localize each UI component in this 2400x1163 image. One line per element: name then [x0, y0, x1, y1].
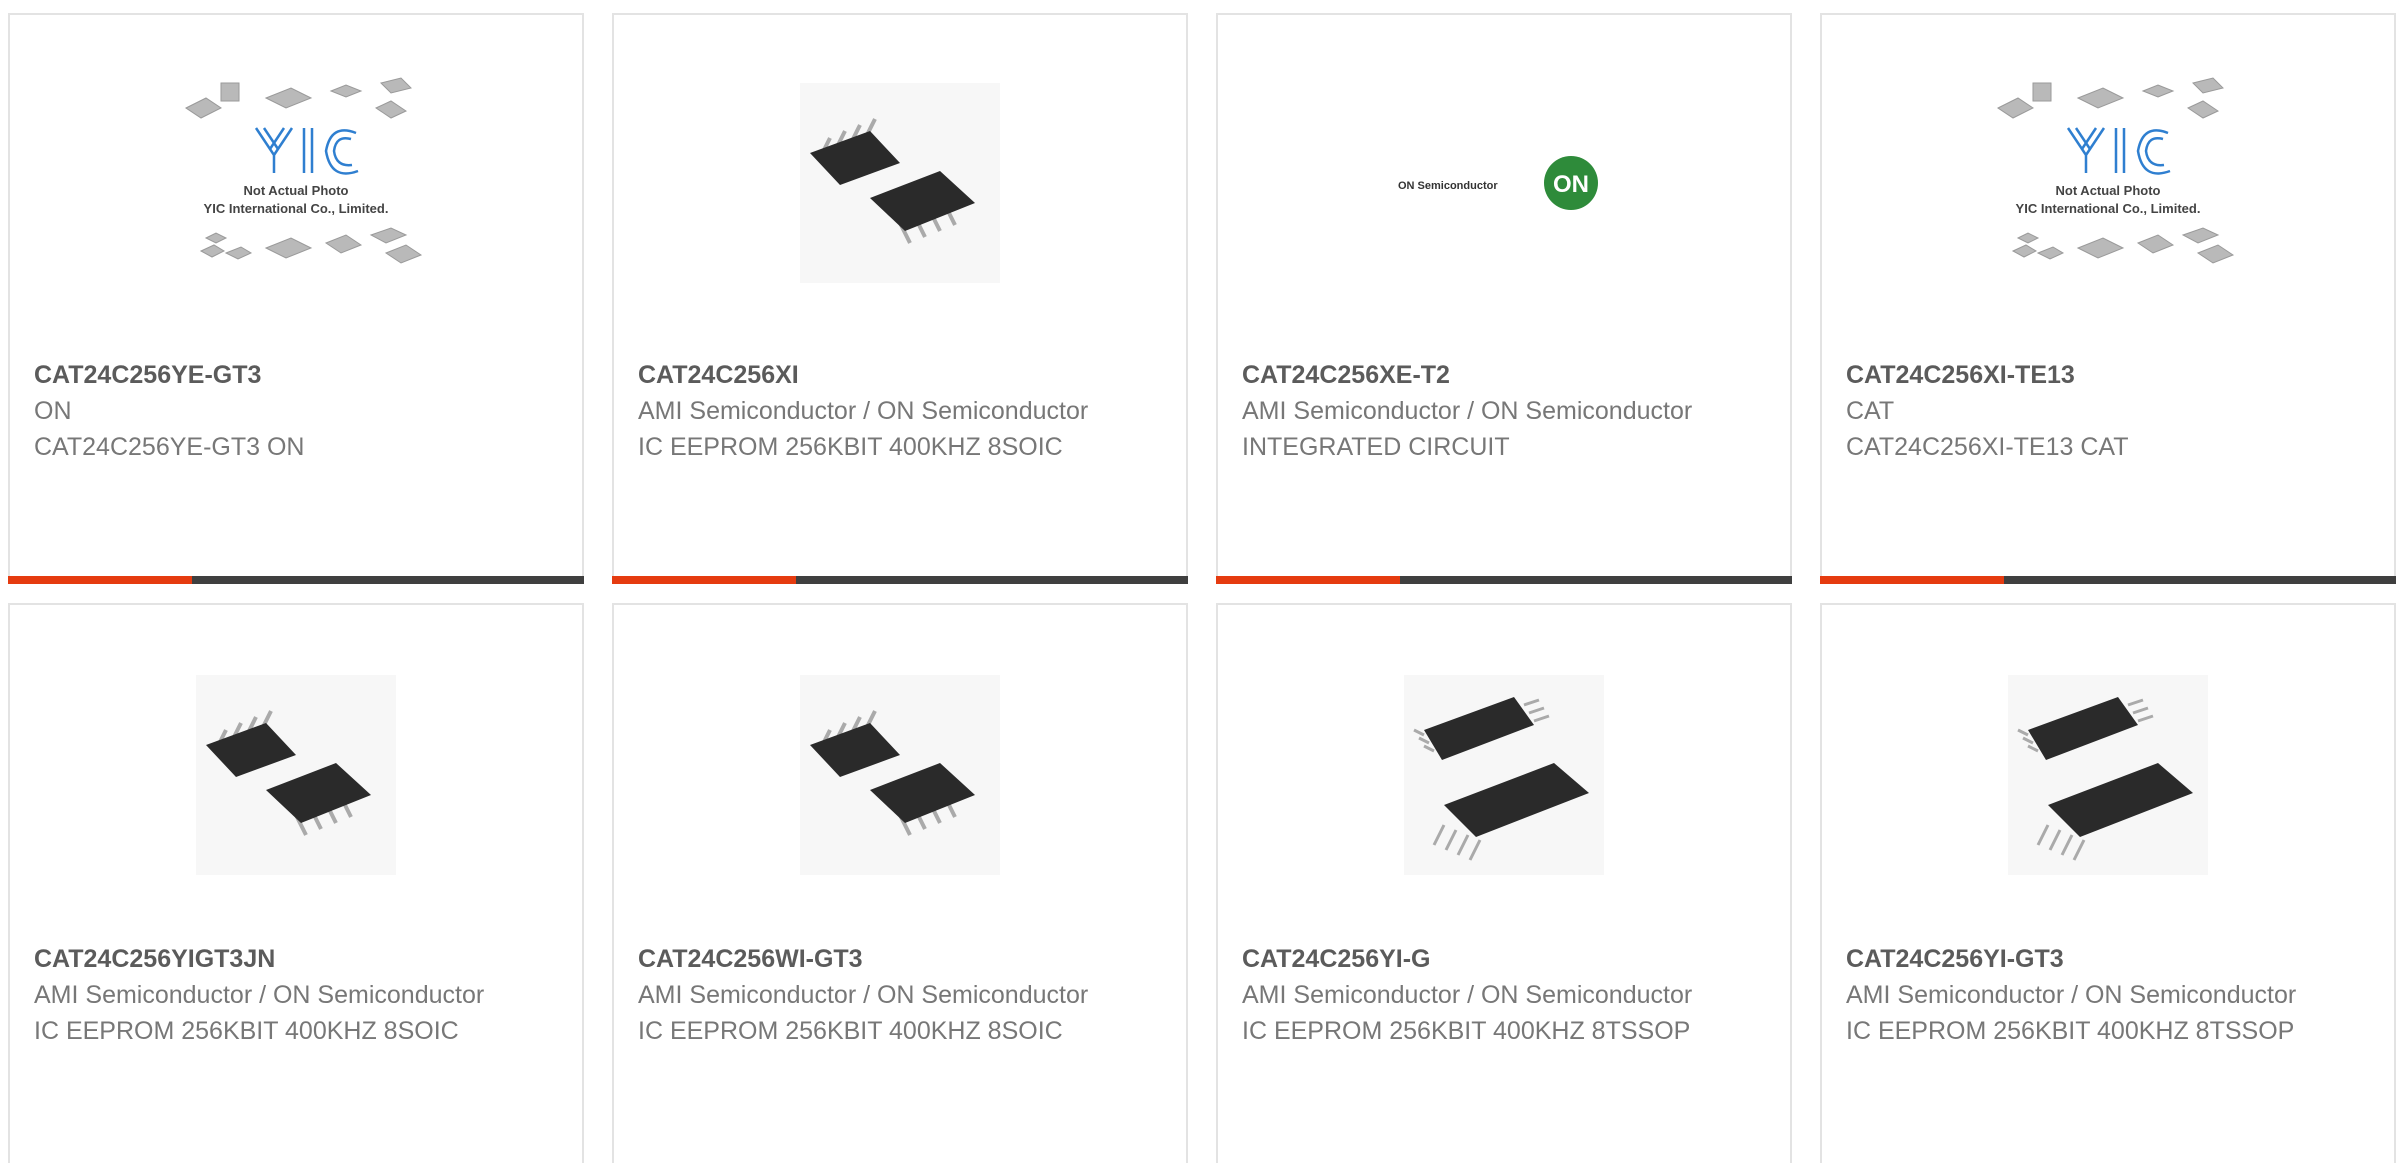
product-card[interactable]: CAT24C256XI AMI Semiconductor / ON Semic…: [612, 13, 1188, 584]
manufacturer: AMI Semiconductor / ON Semiconductor: [34, 981, 485, 1009]
svg-text:Not Actual Photo: Not Actual Photo: [244, 183, 349, 198]
product-card[interactable]: CAT24C256WI-GT3 AMI Semiconductor / ON S…: [612, 603, 1188, 1163]
description: CAT24C256XI-TE13 CAT: [1846, 433, 2129, 461]
product-grid: Not Actual Photo YIC International Co., …: [0, 0, 2400, 1163]
svg-text:YIC International Co., Limited: YIC International Co., Limited.: [204, 201, 389, 216]
tssop-chip-image: [2008, 675, 2208, 875]
card-footer-accent: [612, 576, 796, 584]
soic-chip-image: [800, 83, 1000, 283]
tssop-chip-image: [1404, 675, 1604, 875]
soic-chip-image: [800, 675, 1000, 875]
product-image[interactable]: [614, 675, 1186, 875]
card-footer-bar: [8, 576, 584, 584]
card-footer-accent: [8, 576, 192, 584]
part-number[interactable]: CAT24C256WI-GT3: [638, 941, 1162, 977]
manufacturer: AMI Semiconductor / ON Semiconductor: [1846, 981, 2297, 1009]
card-footer-accent: [1216, 576, 1400, 584]
description: IC EEPROM 256KBIT 400KHZ 8SOIC: [638, 433, 1063, 461]
product-image[interactable]: [1218, 675, 1790, 875]
part-number[interactable]: CAT24C256XI-TE13: [1846, 357, 2370, 393]
product-image[interactable]: [1822, 675, 2394, 875]
product-card[interactable]: CAT24C256YI-GT3 AMI Semiconductor / ON S…: [1820, 603, 2396, 1163]
product-image[interactable]: Not Actual Photo YIC International Co., …: [10, 77, 582, 283]
product-card[interactable]: Not Actual Photo YIC International Co., …: [8, 13, 584, 584]
card-footer-bar: [612, 576, 1188, 584]
part-number[interactable]: CAT24C256XE-T2: [1242, 357, 1766, 393]
description: CAT24C256YE-GT3 ON: [34, 433, 305, 461]
product-card[interactable]: Not Actual Photo YIC International Co., …: [1820, 13, 2396, 584]
placeholder-image: Not Actual Photo YIC International Co., …: [185, 77, 423, 264]
description: IC EEPROM 256KBIT 400KHZ 8TSSOP: [1242, 1017, 1691, 1045]
part-number[interactable]: CAT24C256YE-GT3: [34, 357, 558, 393]
description: IC EEPROM 256KBIT 400KHZ 8TSSOP: [1846, 1017, 2295, 1045]
part-number[interactable]: CAT24C256YI-GT3: [1846, 941, 2370, 977]
svg-text:Not Actual Photo: Not Actual Photo: [2056, 183, 2161, 198]
product-card[interactable]: ON Semiconductor ON CAT24C256XE-T2 AMI S…: [1216, 13, 1792, 584]
product-image[interactable]: Not Actual Photo YIC International Co., …: [1822, 77, 2394, 283]
placeholder-image: Not Actual Photo YIC International Co., …: [1997, 77, 2235, 264]
manufacturer: AMI Semiconductor / ON Semiconductor: [1242, 397, 1693, 425]
card-footer-bar: [1216, 576, 1792, 584]
card-footer-bar: [1820, 576, 2396, 584]
description: IC EEPROM 256KBIT 400KHZ 8SOIC: [34, 1017, 459, 1045]
manufacturer: CAT: [1846, 397, 1895, 425]
card-footer-accent: [1820, 576, 2004, 584]
manufacturer: ON: [34, 397, 72, 425]
part-number[interactable]: CAT24C256YI-G: [1242, 941, 1766, 977]
description: IC EEPROM 256KBIT 400KHZ 8SOIC: [638, 1017, 1063, 1045]
soic-chip-image: [196, 675, 396, 875]
part-number[interactable]: CAT24C256XI: [638, 357, 1162, 393]
product-image[interactable]: [10, 675, 582, 875]
manufacturer: AMI Semiconductor / ON Semiconductor: [1242, 981, 1693, 1009]
product-image[interactable]: [614, 83, 1186, 283]
product-card[interactable]: CAT24C256YIGT3JN AMI Semiconductor / ON …: [8, 603, 584, 1163]
product-card[interactable]: CAT24C256YI-G AMI Semiconductor / ON Sem…: [1216, 603, 1792, 1163]
svg-text:YIC International Co., Limited: YIC International Co., Limited.: [2016, 201, 2201, 216]
part-number[interactable]: CAT24C256YIGT3JN: [34, 941, 558, 977]
svg-text:ON Semiconductor: ON Semiconductor: [1398, 180, 1498, 192]
product-image[interactable]: ON Semiconductor ON: [1218, 83, 1790, 283]
svg-text:ON: ON: [1553, 171, 1589, 198]
manufacturer: AMI Semiconductor / ON Semiconductor: [638, 981, 1089, 1009]
description: INTEGRATED CIRCUIT: [1242, 433, 1510, 461]
manufacturer: AMI Semiconductor / ON Semiconductor: [638, 397, 1089, 425]
onsemi-logo-image: ON Semiconductor ON: [1398, 156, 1598, 210]
